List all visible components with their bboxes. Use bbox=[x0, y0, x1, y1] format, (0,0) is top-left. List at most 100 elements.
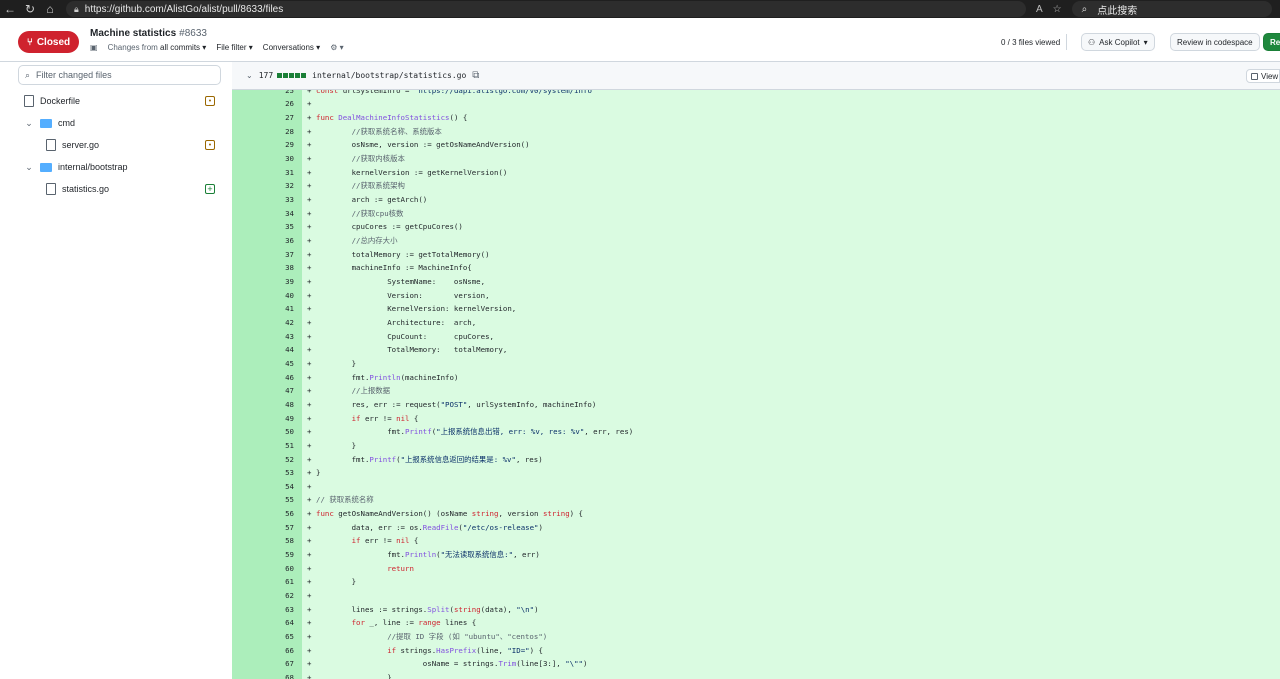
line-number[interactable]: 30 bbox=[232, 154, 294, 163]
file-filter-dropdown[interactable]: File filter ▾ bbox=[216, 43, 252, 52]
code-text: //获取系统架构 bbox=[351, 181, 405, 191]
home-icon[interactable]: ⌂ bbox=[40, 2, 60, 16]
code-text: //获取系统名称、系统版本 bbox=[351, 126, 442, 136]
line-number[interactable]: 35 bbox=[232, 222, 294, 231]
filter-changed-files-input[interactable]: ⌕ Filter changed files bbox=[18, 65, 221, 85]
diff-line: 27 + func DealMachineInfoStatistics() { bbox=[232, 111, 1280, 125]
ask-copilot-button[interactable]: ⚇ Ask Copilot ▾ bbox=[1081, 33, 1155, 51]
collapse-chevron-icon[interactable]: ⌄ bbox=[246, 71, 253, 80]
line-number[interactable]: 55 bbox=[232, 495, 294, 504]
back-icon[interactable]: ← bbox=[0, 2, 20, 16]
diff-line: 51 + } bbox=[232, 439, 1280, 453]
line-number[interactable]: 65 bbox=[232, 632, 294, 641]
browser-toolbar: ← ↻ ⌂ 🔒︎ https://github.com/AlistGo/alis… bbox=[0, 0, 1280, 18]
diff-line: 50 + fmt.Printf("上报系统信息出错, err: %v, res: … bbox=[232, 425, 1280, 439]
read-aloud-icon[interactable]: A bbox=[1036, 4, 1043, 15]
code-text: cpuCores := getCpuCores() bbox=[316, 222, 463, 232]
url-text: https://github.com/AlistGo/alist/pull/86… bbox=[84, 3, 284, 15]
diff-line: 57 + data, err := os.ReadFile("/etc/os-re… bbox=[232, 521, 1280, 535]
code-text: if err != nil { bbox=[351, 536, 419, 546]
line-number[interactable]: 40 bbox=[232, 291, 294, 300]
diff-line: 46 + fmt.Println(machineInfo) bbox=[232, 370, 1280, 384]
diff-line: 43 + CpuCount: cpuCores, bbox=[232, 329, 1280, 343]
line-number[interactable]: 48 bbox=[232, 400, 294, 409]
review-changes-button[interactable]: Rev bbox=[1263, 33, 1280, 51]
line-number[interactable]: 28 bbox=[232, 127, 294, 136]
line-number[interactable]: 27 bbox=[232, 113, 294, 122]
code-text: // 获取系统名称 bbox=[316, 495, 374, 505]
addition-marker: + bbox=[307, 358, 312, 368]
file-tree-item-server-go[interactable]: server.go bbox=[46, 136, 99, 154]
line-number[interactable]: 25 bbox=[232, 90, 294, 95]
address-bar[interactable]: 🔒︎ https://github.com/AlistGo/alist/pull… bbox=[66, 1, 1026, 17]
line-number[interactable]: 51 bbox=[232, 441, 294, 450]
filter-placeholder: Filter changed files bbox=[36, 70, 112, 80]
diff-line: 36 + //总内存大小 bbox=[232, 234, 1280, 248]
line-number[interactable]: 45 bbox=[232, 359, 294, 368]
line-number[interactable]: 49 bbox=[232, 414, 294, 423]
diff-line: 49 + if err != nil { bbox=[232, 411, 1280, 425]
copy-icon[interactable]: ⧉ bbox=[472, 70, 479, 81]
line-number[interactable]: 64 bbox=[232, 618, 294, 627]
line-number[interactable]: 63 bbox=[232, 605, 294, 614]
settings-gear-icon[interactable]: ⚙ ▾ bbox=[330, 43, 343, 52]
file-tree-item-cmd[interactable]: ⌄ cmd bbox=[24, 114, 75, 132]
line-number[interactable]: 41 bbox=[232, 304, 294, 313]
addition-marker: + bbox=[307, 290, 312, 300]
viewed-checkbox[interactable]: View bbox=[1246, 69, 1280, 83]
line-number[interactable]: 58 bbox=[232, 536, 294, 545]
code-text: } bbox=[316, 440, 357, 450]
line-number[interactable]: 60 bbox=[232, 564, 294, 573]
addition-marker: + bbox=[307, 645, 312, 655]
line-number[interactable]: 52 bbox=[232, 455, 294, 464]
line-number[interactable]: 62 bbox=[232, 591, 294, 600]
line-number[interactable]: 32 bbox=[232, 181, 294, 190]
line-number[interactable]: 66 bbox=[232, 646, 294, 655]
changes-from-dropdown[interactable]: Changes from all commits ▾ bbox=[108, 43, 207, 52]
line-number[interactable]: 36 bbox=[232, 236, 294, 245]
code-text: //上报数据 bbox=[351, 386, 391, 396]
line-number[interactable]: 37 bbox=[232, 250, 294, 259]
line-number[interactable]: 46 bbox=[232, 373, 294, 382]
line-number[interactable]: 67 bbox=[232, 659, 294, 668]
addition-marker: + bbox=[307, 550, 312, 560]
line-number[interactable]: 44 bbox=[232, 345, 294, 354]
line-number[interactable]: 39 bbox=[232, 277, 294, 286]
line-number[interactable]: 33 bbox=[232, 195, 294, 204]
file-path[interactable]: internal/bootstrap/statistics.go bbox=[312, 71, 466, 80]
line-number[interactable]: 38 bbox=[232, 263, 294, 272]
line-number[interactable]: 50 bbox=[232, 427, 294, 436]
line-number[interactable]: 54 bbox=[232, 482, 294, 491]
toggle-file-tree-icon[interactable]: ▣ bbox=[90, 43, 98, 52]
file-tree-item-dockerfile[interactable]: Dockerfile bbox=[24, 92, 80, 110]
viewed-label: View bbox=[1261, 71, 1279, 81]
file-modified-icon: • bbox=[205, 140, 215, 150]
pr-toolbar: ▣ Changes from all commits ▾ File filter… bbox=[90, 43, 344, 52]
line-number[interactable]: 53 bbox=[232, 468, 294, 477]
line-number[interactable]: 29 bbox=[232, 140, 294, 149]
line-number[interactable]: 57 bbox=[232, 523, 294, 532]
file-tree-item-statistics-go[interactable]: statistics.go bbox=[46, 180, 109, 198]
chevron-down-icon: ▾ bbox=[316, 43, 321, 52]
diff-line: 53 +} bbox=[232, 466, 1280, 480]
favorite-icon[interactable]: ☆ bbox=[1053, 4, 1062, 15]
line-number[interactable]: 56 bbox=[232, 509, 294, 518]
file-tree-label: cmd bbox=[58, 118, 76, 128]
line-number[interactable]: 34 bbox=[232, 209, 294, 218]
files-viewed-count: 0 / 3 files viewed bbox=[995, 34, 1068, 50]
reload-icon[interactable]: ↻ bbox=[20, 2, 40, 16]
addition-marker: + bbox=[307, 468, 312, 478]
conversations-dropdown[interactable]: Conversations ▾ bbox=[263, 43, 320, 52]
line-number[interactable]: 68 bbox=[232, 673, 294, 679]
line-number[interactable]: 42 bbox=[232, 318, 294, 327]
file-tree-item-internal-bootstrap[interactable]: ⌄ internal/bootstrap bbox=[24, 158, 127, 176]
line-number[interactable]: 59 bbox=[232, 550, 294, 559]
diff-line: 63 + lines := strings.Split(string(data),… bbox=[232, 602, 1280, 616]
line-number[interactable]: 26 bbox=[232, 99, 294, 108]
browser-search[interactable]: ⌕ 点此搜索 bbox=[1071, 1, 1272, 17]
review-in-codespace-button[interactable]: Review in codespace bbox=[1170, 33, 1260, 51]
line-number[interactable]: 47 bbox=[232, 386, 294, 395]
line-number[interactable]: 43 bbox=[232, 332, 294, 341]
line-number[interactable]: 61 bbox=[232, 577, 294, 586]
line-number[interactable]: 31 bbox=[232, 168, 294, 177]
